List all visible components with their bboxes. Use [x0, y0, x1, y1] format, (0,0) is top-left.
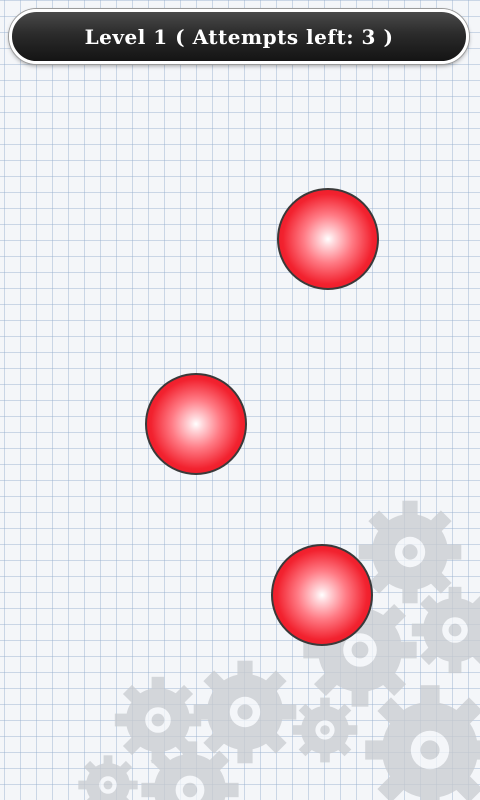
- red-ball-1[interactable]: [277, 188, 379, 290]
- level-attempts-title: Level 1 ( Attempts left: 3 ): [84, 24, 394, 49]
- red-ball-2[interactable]: [145, 373, 247, 475]
- red-ball-3[interactable]: [271, 544, 373, 646]
- level-status-bar: Level 1 ( Attempts left: 3 ): [9, 9, 469, 64]
